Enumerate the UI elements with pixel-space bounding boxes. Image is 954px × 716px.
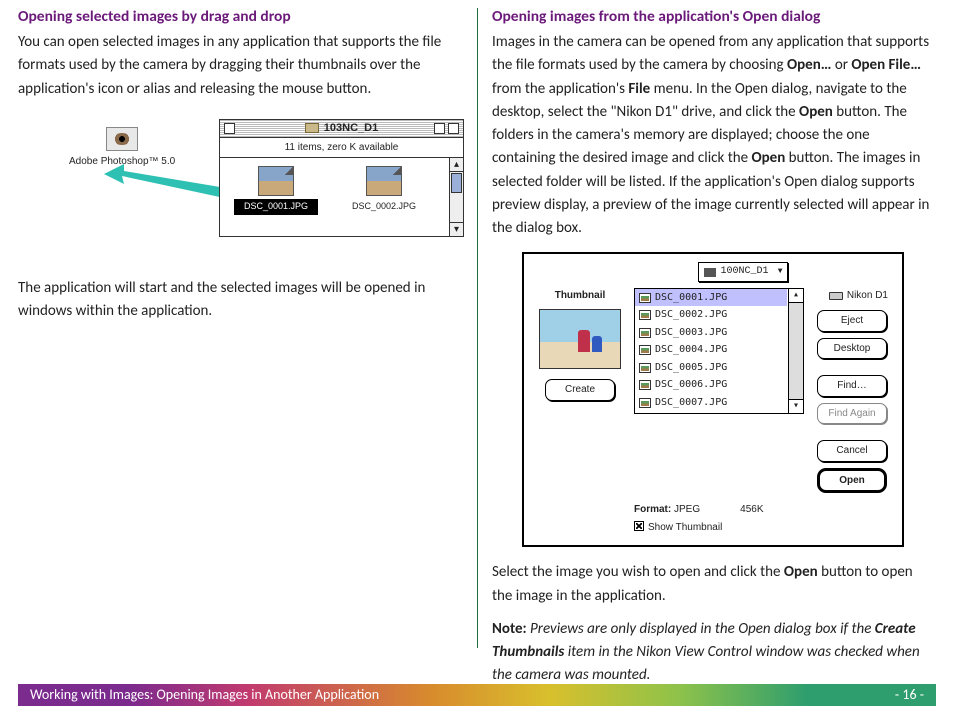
camera-icon xyxy=(704,268,716,277)
open-dialog-format-row: Format: JPEG 456K xyxy=(534,502,892,518)
list-item: DSC_0007.JPG xyxy=(635,394,787,412)
column-divider xyxy=(477,8,478,648)
open-dialog-buttons: Nikon D1 Eject Desktop Find… Find Again … xyxy=(812,288,892,497)
scrollbar-thumb xyxy=(451,173,462,193)
scroll-up-icon: ▴ xyxy=(450,158,463,172)
window-controls xyxy=(434,123,459,134)
document-icon xyxy=(639,293,651,303)
list-item: DSC_0004.JPG xyxy=(635,341,787,359)
document-icon xyxy=(639,380,651,390)
page-number: - 16 - xyxy=(895,684,924,706)
file-label-1: DSC_0001.JPG xyxy=(234,199,318,215)
folder-icon xyxy=(305,123,319,133)
eye-icon xyxy=(106,127,138,151)
close-box-icon xyxy=(224,123,235,134)
zoom-box-icon xyxy=(434,123,445,134)
file-item: DSC_0002.JPG xyxy=(342,166,426,228)
thumbnail-label: Thumbnail xyxy=(534,288,626,304)
folder-dropdown: 100NC_D1 xyxy=(698,262,787,282)
open-dialog-dropdown-row: 100NC_D1 xyxy=(594,262,892,282)
list-item: DSC_0005.JPG xyxy=(635,359,787,377)
right-note-paragraph: Note: Previews are only displayed in the… xyxy=(492,618,936,688)
footer-breadcrumb: Working with Images: Opening Images in A… xyxy=(30,684,379,706)
finder-window: 103NC_D1 11 items, zero K available DSC_… xyxy=(219,119,464,238)
finder-body: DSC_0001.JPG DSC_0002.JPG ▴ ▾ xyxy=(220,158,463,236)
folder-dropdown-label: 100NC_D1 xyxy=(720,264,768,280)
show-thumbnail-row: Show Thumbnail xyxy=(534,520,892,536)
left-heading: Opening selected images by drag and drop xyxy=(18,5,462,29)
scroll-down-icon: ▾ xyxy=(450,222,463,236)
list-item: DSC_0002.JPG xyxy=(635,306,787,324)
jpeg-thumbnail-icon xyxy=(366,166,402,196)
left-column: Opening selected images by drag and drop… xyxy=(18,5,467,692)
document-icon xyxy=(639,310,651,320)
right-column: Opening images from the application's Op… xyxy=(487,5,936,692)
document-icon xyxy=(639,363,651,373)
list-item: DSC_0008.JPG xyxy=(635,411,787,414)
harddisk-icon xyxy=(829,292,843,300)
scroll-down-icon: ▾ xyxy=(789,399,803,413)
file-item-selected: DSC_0001.JPG xyxy=(234,166,318,228)
eject-button: Eject xyxy=(817,310,887,332)
left-paragraph-2: The application will start and the selec… xyxy=(18,277,462,324)
open-dialog-preview-pane: Thumbnail Create xyxy=(534,288,626,497)
preview-thumbnail xyxy=(539,309,621,369)
jpeg-thumbnail-icon xyxy=(258,166,294,196)
document-icon xyxy=(639,328,651,338)
scroll-up-icon: ▴ xyxy=(789,289,803,303)
find-button: Find… xyxy=(817,375,887,397)
cancel-button: Cancel xyxy=(817,440,887,462)
vertical-scrollbar: ▴ ▾ xyxy=(449,158,463,236)
left-paragraph-1: You can open selected images in any appl… xyxy=(18,31,462,101)
finder-titlebar: 103NC_D1 xyxy=(220,120,463,138)
drive-indicator: Nikon D1 xyxy=(812,288,892,304)
document-icon xyxy=(639,345,651,355)
open-dialog-illustration: 100NC_D1 Thumbnail Create DSC_0001.JPG D… xyxy=(522,252,904,547)
checkbox-checked-icon xyxy=(634,521,644,531)
find-again-button: Find Again xyxy=(817,403,887,425)
document-icon xyxy=(639,398,651,408)
file-label-2: DSC_0002.JPG xyxy=(342,199,426,215)
desktop-button: Desktop xyxy=(817,338,887,360)
file-list-inner: DSC_0001.JPG DSC_0002.JPG DSC_0003.JPG D… xyxy=(635,289,787,413)
collapse-box-icon xyxy=(448,123,459,134)
footer-bar: Working with Images: Opening Images in A… xyxy=(18,684,936,706)
drag-arrow-icon xyxy=(104,159,234,209)
create-button: Create xyxy=(545,379,615,401)
listbox-scrollbar: ▴ ▾ xyxy=(788,289,803,413)
file-listbox: DSC_0001.JPG DSC_0002.JPG DSC_0003.JPG D… xyxy=(634,288,804,414)
right-paragraph-2: Select the image you wish to open and cl… xyxy=(492,561,936,608)
list-item: DSC_0006.JPG xyxy=(635,376,787,394)
right-paragraph-1: Images in the camera can be opened from … xyxy=(492,31,936,240)
filesize-label: 456K xyxy=(740,502,763,518)
list-item: DSC_0003.JPG xyxy=(635,324,787,342)
drag-drop-illustration: Adobe Photoshop™ 5.0 103NC_D1 11 items, … xyxy=(34,119,462,259)
open-button: Open xyxy=(817,468,887,494)
finder-title: 103NC_D1 xyxy=(324,120,378,137)
list-item: DSC_0001.JPG xyxy=(635,289,787,307)
right-heading: Opening images from the application's Op… xyxy=(492,5,936,29)
finder-info-bar: 11 items, zero K available xyxy=(220,138,463,159)
